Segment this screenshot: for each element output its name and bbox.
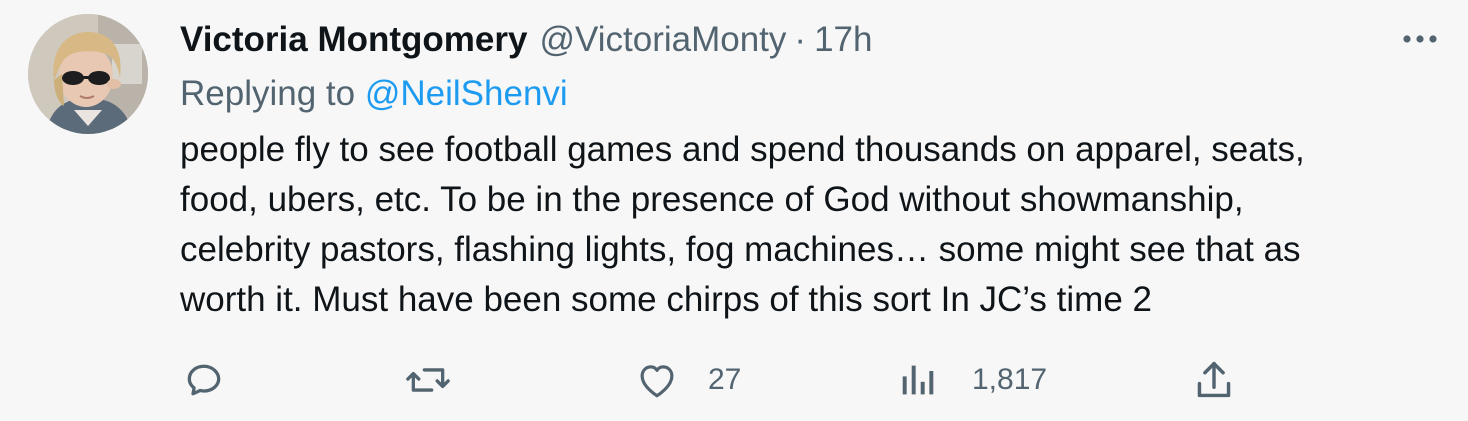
author-handle[interactable]: @VictoriaMonty	[539, 18, 786, 62]
views-count: 1,817	[972, 363, 1048, 396]
like-count: 27	[708, 363, 742, 396]
tweet-header: Victoria Montgomery @VictoriaMonty · 17h	[180, 18, 872, 62]
reply-icon	[187, 364, 221, 396]
header-separator: ·	[794, 20, 807, 59]
retweet-icon	[406, 368, 450, 392]
more-options-button[interactable]	[1398, 24, 1442, 54]
tweet-text-line: celebrity pastors, flashing lights, fog …	[180, 230, 1301, 269]
tweet-text-line: people fly to see football games and spe…	[180, 130, 1305, 169]
heart-icon	[640, 365, 674, 398]
share-button[interactable]	[1194, 352, 1234, 408]
more-icon	[1403, 35, 1437, 43]
retweet-button[interactable]	[404, 352, 452, 408]
reply-button[interactable]	[182, 352, 226, 408]
views-button[interactable]: 1,817	[900, 352, 1047, 408]
author-display-name[interactable]: Victoria Montgomery	[180, 18, 527, 62]
tweet: Victoria Montgomery @VictoriaMonty · 17h…	[0, 0, 1468, 421]
tweet-text: people fly to see football games and spe…	[180, 125, 1450, 325]
tweet-actions: 27 1,817	[0, 352, 1468, 408]
share-icon	[1197, 361, 1231, 398]
avatar[interactable]	[28, 14, 148, 134]
tweet-text-line: food, ubers, etc. To be in the presence …	[180, 180, 1244, 219]
like-button[interactable]: 27	[636, 352, 741, 408]
replying-to-label: Replying to	[180, 74, 356, 113]
views-icon	[902, 365, 934, 395]
tweet-text-line: worth it. Must have been some chirps of …	[180, 280, 1152, 319]
replying-to-handle[interactable]: @NeilShenvi	[365, 74, 568, 113]
replying-to: Replying to @NeilShenvi	[180, 72, 568, 116]
tweet-timestamp[interactable]: 17h	[814, 18, 872, 62]
